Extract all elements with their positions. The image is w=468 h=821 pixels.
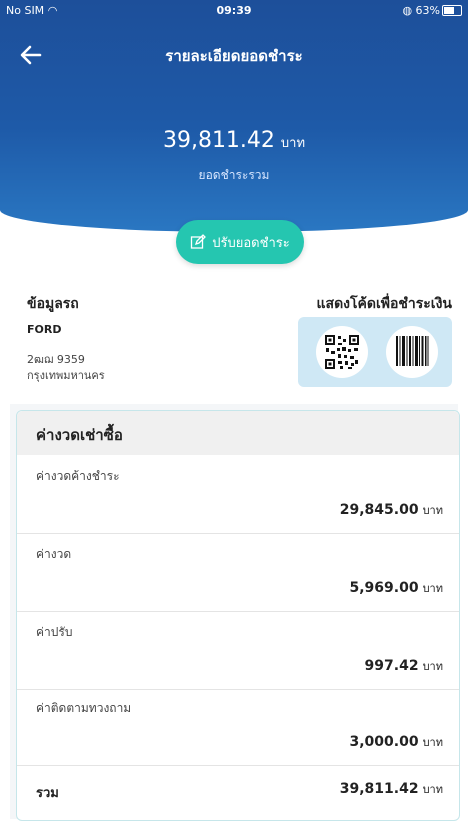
item-label: ค่างวดค้างชำระ — [36, 469, 120, 483]
car-province: กรุงเทพมหานคร — [27, 369, 105, 382]
qr-code-icon[interactable] — [316, 326, 368, 378]
item-amount: 29,845.00 บาท — [339, 502, 443, 518]
status-bar: No SIM ◠ 09:39 ◍ 63% — [0, 0, 468, 22]
payment-code-box[interactable] — [298, 317, 452, 387]
installment-title: ค่างวดเช่าซื้อ — [36, 426, 123, 444]
adjust-payment-button[interactable]: ปรับยอดชำระ — [176, 220, 304, 264]
list-item: ค่างวด 5,969.00 บาท — [17, 533, 459, 612]
orientation-lock-icon: ◍ — [402, 4, 413, 17]
installment-card: ค่างวดเช่าซื้อ ค่างวดค้างชำระ 29,845.00 บ… — [16, 410, 460, 821]
status-time: 09:39 — [216, 4, 252, 17]
total-amount-label: ยอดชำระรวม — [198, 168, 270, 182]
total-amount-unit: บาท — [280, 136, 306, 151]
list-item: ค่างวดค้างชำระ 29,845.00 บาท — [17, 455, 459, 534]
total-label: รวม — [36, 786, 59, 801]
payment-code-title: แสดงโค้ดเพื่อชำระเงิน — [316, 296, 453, 312]
car-brand: FORD — [27, 323, 62, 336]
battery-percent: ◍ 63% — [402, 4, 440, 17]
battery-icon — [442, 5, 462, 16]
total-amount-sum: 39,811.42 บาท — [339, 781, 443, 797]
header-banner: No SIM ◠ 09:39 ◍ 63% รายละเอียดยอดชำระ 3… — [0, 0, 468, 232]
page-title: รายละเอียดยอดชำระ — [165, 47, 303, 65]
installment-header: ค่างวดเช่าซื้อ — [17, 411, 459, 455]
item-label: ค่างวด — [36, 547, 72, 561]
list-item: ค่าปรับ 997.42 บาท — [17, 611, 459, 690]
car-info-title: ข้อมูลรถ — [27, 296, 79, 312]
item-label: ค่าปรับ — [36, 625, 73, 639]
item-label: ค่าติดตามทวงถาม — [36, 701, 132, 715]
item-amount: 3,000.00 บาท — [349, 734, 443, 750]
list-item: ค่าติดตามทวงถาม 3,000.00 บาท — [17, 687, 459, 766]
barcode-icon[interactable] — [386, 326, 438, 378]
item-amount: 997.42 บาท — [364, 658, 443, 674]
edit-icon — [191, 234, 207, 249]
total-amount: 39,811.42 บาท — [0, 128, 468, 153]
total-amount-value: 39,811.42 — [162, 128, 275, 153]
adjust-payment-label: ปรับยอดชำระ — [212, 235, 290, 251]
installment-total-row: รวม 39,811.42 บาท — [17, 765, 459, 815]
item-amount: 5,969.00 บาท — [349, 580, 443, 596]
